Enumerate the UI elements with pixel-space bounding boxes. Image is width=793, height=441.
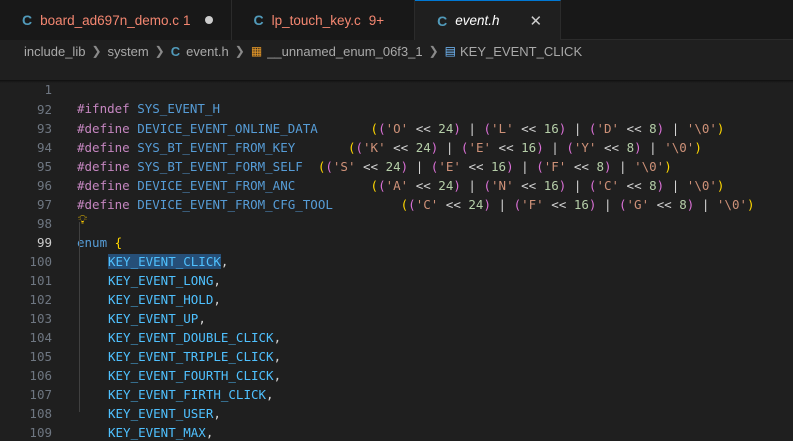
- code-line: 110: [0, 423, 793, 441]
- breadcrumb-symbol[interactable]: KEY_EVENT_CLICK: [460, 44, 582, 59]
- code-line: 107 KEY_EVENT_USER,: [0, 366, 793, 421]
- chevron-right-icon: ❯: [234, 44, 245, 58]
- chevron-right-icon: ❯: [428, 44, 439, 58]
- enum-member-icon: ▤: [444, 44, 457, 58]
- code-line: 99 KEY_EVENT_CLICK,: [0, 214, 793, 269]
- tab-lp-touch-key[interactable]: C lp_touch_key.c 9+: [231, 0, 416, 40]
- code-line: 105 KEY_EVENT_FOURTH_CLICK,: [0, 328, 793, 383]
- problem-count-badge: 1: [183, 12, 191, 28]
- enum-icon: ▦: [250, 44, 263, 58]
- tab-label: board_ad697n_demo.c: [40, 12, 179, 28]
- chevron-right-icon: ❯: [91, 44, 102, 58]
- c-file-icon: C: [170, 43, 181, 59]
- breadcrumb-folder[interactable]: include_lib: [24, 44, 85, 59]
- code-editor[interactable]: 1 #ifndef SYS_EVENT_H 92 #define DEVICE_…: [0, 61, 793, 441]
- code-line: 103 KEY_EVENT_DOUBLE_CLICK,: [0, 290, 793, 345]
- code-line: 104 KEY_EVENT_TRIPLE_CLICK,: [0, 309, 793, 364]
- code-line: 93 #define SYS_BT_EVENT_FROM_KEY (('K' <…: [0, 100, 793, 155]
- breadcrumb: include_lib ❯ system ❯ C event.h ❯ ▦ __u…: [0, 40, 793, 62]
- code-line: 94 #define SYS_BT_EVENT_FORM_SELF (('S' …: [0, 119, 793, 174]
- code-line: 100 KEY_EVENT_LONG,: [0, 233, 793, 288]
- code-line: 95 #define DEVICE_EVENT_FROM_ANC (('A' <…: [0, 138, 793, 193]
- problem-count-badge: 9+: [368, 12, 385, 28]
- code-line: 92 #define DEVICE_EVENT_ONLINE_DATA (('O…: [0, 81, 793, 136]
- chevron-right-icon: ❯: [154, 44, 165, 58]
- code-line: 106 KEY_EVENT_FIRTH_CLICK,: [0, 347, 793, 402]
- tab-event-h[interactable]: C event.h ✕: [415, 0, 562, 40]
- unsaved-dot-icon[interactable]: [204, 16, 213, 24]
- breadcrumb-symbol[interactable]: __unnamed_enum_06f3_1: [267, 44, 422, 59]
- tab-board-ad697n-demo[interactable]: C board_ad697n_demo.c 1: [0, 0, 232, 40]
- breadcrumb-folder[interactable]: system: [108, 44, 149, 59]
- code-line: 108 KEY_EVENT_MAX,: [0, 385, 793, 440]
- breadcrumb-file[interactable]: event.h: [186, 44, 229, 59]
- tab-label: lp_touch_key.c: [271, 12, 361, 28]
- code-line: 1 #ifndef SYS_EVENT_H: [0, 61, 793, 116]
- code-line: 101 KEY_EVENT_HOLD,: [0, 252, 793, 307]
- code-line: 98 enum {: [0, 195, 793, 250]
- tab-bar: C board_ad697n_demo.c 1 C lp_touch_key.c…: [0, 0, 793, 40]
- c-file-icon: C: [437, 12, 448, 29]
- code-line: 102 KEY_EVENT_UP,: [0, 271, 793, 326]
- close-icon[interactable]: ✕: [530, 12, 543, 30]
- code-line: 96 #define DEVICE_EVENT_FROM_CFG_TOOL ((…: [0, 157, 793, 212]
- code-line: 97: [0, 176, 793, 212]
- c-file-icon: C: [253, 12, 264, 28]
- code-line: 109 };: [0, 404, 793, 440]
- c-file-icon: C: [22, 12, 33, 28]
- tab-label: event.h: [455, 13, 500, 28]
